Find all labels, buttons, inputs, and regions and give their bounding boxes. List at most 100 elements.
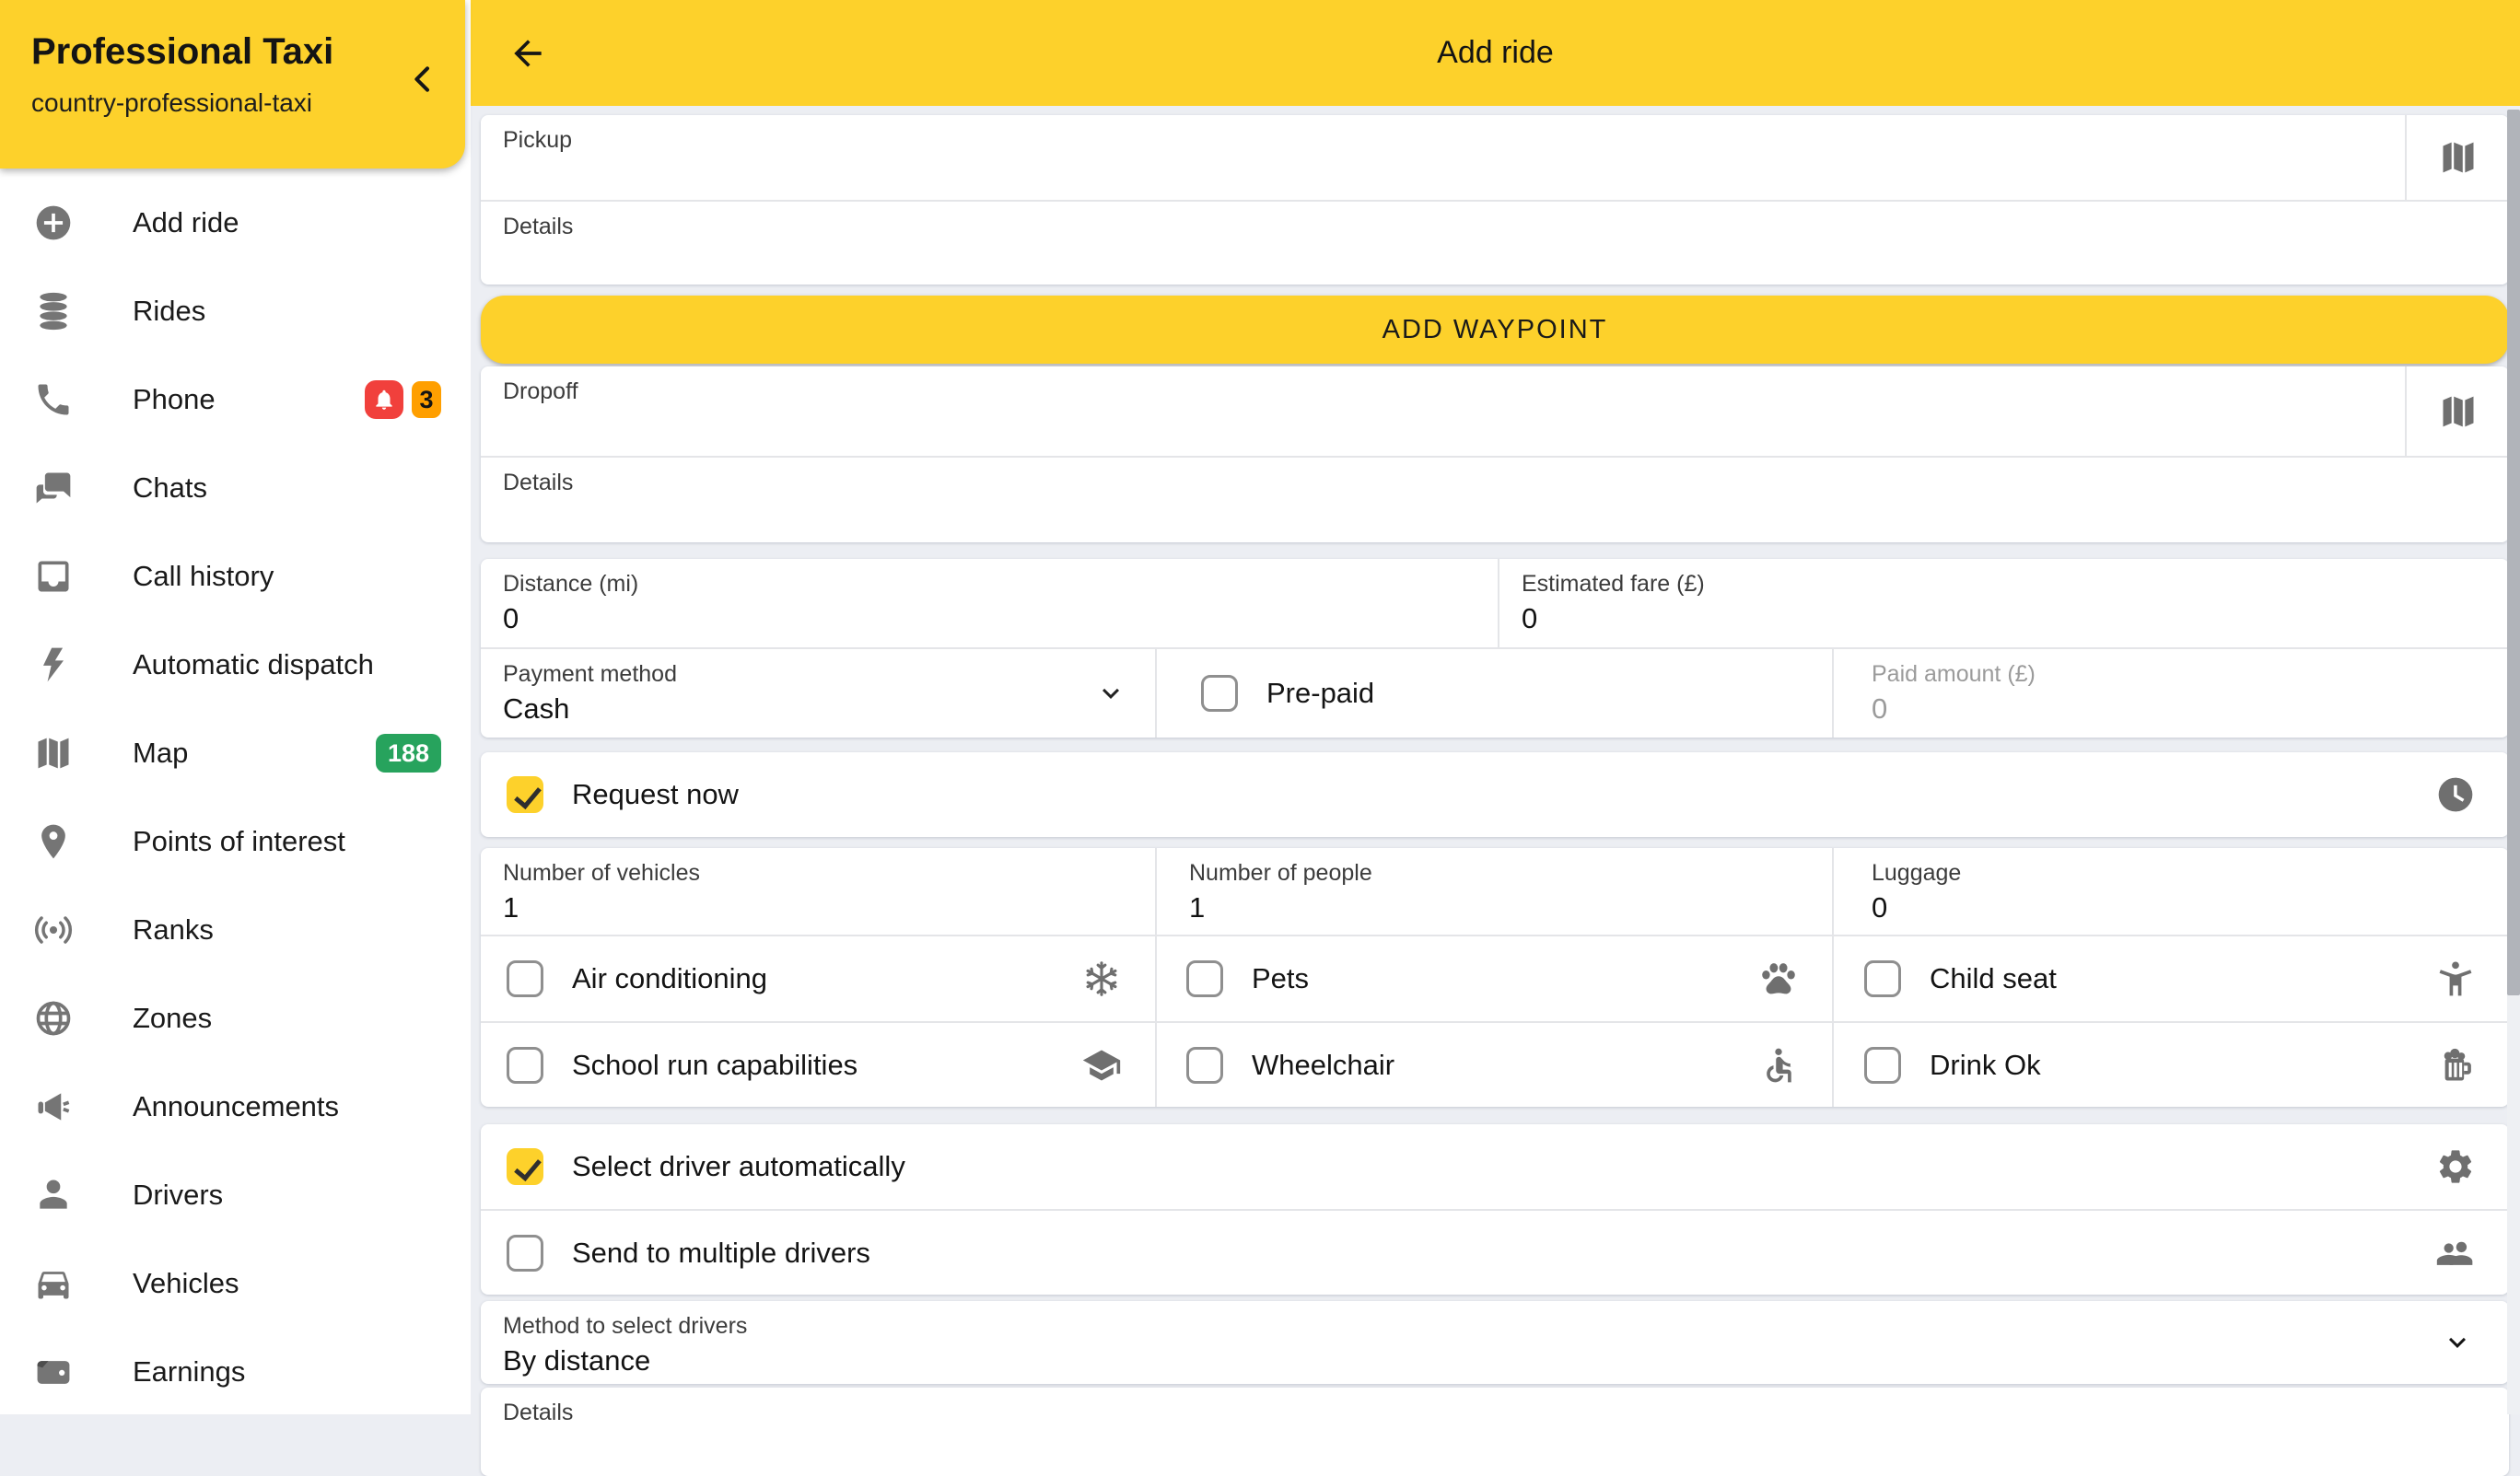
number-of-people-value: 1 [1189,891,1205,924]
dropoff-details-label: Details [503,470,573,496]
dropoff-card: Dropoff Details [481,366,2509,542]
number-of-vehicles-field[interactable]: Number of vehicles 1 [481,848,1155,935]
sidebar-item-automatic-dispatch[interactable]: Automatic dispatch [0,621,471,709]
child-seat-checkbox[interactable] [1864,960,1901,997]
beer-mug-icon [2435,1045,2476,1086]
pickup-map-button[interactable] [2405,115,2509,200]
sidebar-item-phone[interactable]: Phone 3 [0,355,471,444]
ride-details-card: Details [481,1388,2509,1476]
sidebar-item-chats[interactable]: Chats [0,444,471,532]
prepaid-checkbox[interactable] [1201,675,1238,712]
sidebar-item-earnings[interactable]: Earnings [0,1328,471,1416]
megaphone-icon [33,1087,74,1127]
drink-ok-checkbox[interactable] [1864,1047,1901,1084]
paw-icon [1758,959,1799,999]
pickup-details-input[interactable]: Details [481,200,2509,285]
method-card: Method to select drivers By distance [481,1301,2509,1384]
sidebar-item-label: Phone [133,383,216,416]
send-multiple-drivers-label: Send to multiple drivers [572,1237,870,1270]
top-app-bar: Add ride [471,0,2520,106]
sidebar-item-map[interactable]: Map 188 [0,709,471,797]
drink-ok-label: Drink Ok [1930,1049,2041,1082]
sidebar-item-vehicles[interactable]: Vehicles [0,1239,471,1328]
sidebar-item-label: Drivers [133,1179,223,1212]
paid-amount-field: Paid amount (£) 0 [1832,649,2509,738]
air-conditioning-label: Air conditioning [572,962,767,995]
sidebar-item-points-of-interest[interactable]: Points of interest [0,797,471,886]
sidebar-item-label: Map [133,737,188,770]
distance-label: Distance (mi) [503,571,638,598]
child-seat-label: Child seat [1930,962,2057,995]
scrollbar[interactable] [2507,106,2520,1414]
payment-method-select[interactable]: Payment method Cash [481,649,1155,738]
estimated-fare-field[interactable]: Estimated fare (£) 0 [1498,559,2509,647]
sidebar-item-label: Points of interest [133,825,345,858]
dropoff-input[interactable]: Dropoff [481,366,2509,456]
school-run-checkbox[interactable] [507,1047,543,1084]
wheelchair-icon [1758,1045,1799,1086]
page-title: Add ride [471,0,2520,106]
add-circle-icon [33,203,74,243]
app-subtitle: country-professional-taxi [31,88,312,118]
sidebar-item-add-ride[interactable]: Add ride [0,179,471,267]
select-driver-auto-label: Select driver automatically [572,1150,905,1183]
dropoff-map-button[interactable] [2405,366,2509,456]
select-driver-auto-checkbox[interactable] [507,1148,543,1185]
wallet-icon [33,1352,74,1392]
sidebar-item-zones[interactable]: Zones [0,974,471,1063]
clock-icon[interactable] [2435,774,2476,815]
sidebar-item-label: Rides [133,295,205,328]
payment-method-label: Payment method [503,661,677,688]
dropoff-details-input[interactable]: Details [481,456,2509,542]
ride-details-input[interactable]: Details [481,1388,2509,1476]
school-run-label: School run capabilities [572,1049,858,1082]
chevron-down-icon [1094,677,1127,710]
sidebar-item-label: Add ride [133,206,239,239]
fare-card: Distance (mi) 0 Estimated fare (£) 0 Pay… [481,559,2509,738]
air-conditioning-checkbox[interactable] [507,960,543,997]
sidebar-collapse-button[interactable] [404,61,441,98]
send-multiple-drivers-checkbox[interactable] [507,1235,543,1272]
distance-value: 0 [503,602,519,635]
pets-checkbox[interactable] [1186,960,1223,997]
scrollbar-thumb[interactable] [2507,110,2520,995]
driver-selection-card: Select driver automatically Send to mult… [481,1124,2509,1295]
request-now-label: Request now [572,778,739,811]
method-select[interactable]: Method to select drivers By distance [481,1301,2509,1384]
distance-field[interactable]: Distance (mi) 0 [481,559,1498,647]
luggage-value: 0 [1872,891,1887,924]
dropoff-label: Dropoff [503,378,578,405]
pin-icon [33,821,74,862]
sidebar-item-rides[interactable]: Rides [0,267,471,355]
sidebar-header: Professional Taxi country-professional-t… [0,0,465,169]
sidebar-item-drivers[interactable]: Drivers [0,1151,471,1239]
sidebar-item-label: Zones [133,1002,212,1035]
back-arrow-button[interactable] [508,33,548,74]
ride-details-label: Details [503,1400,573,1426]
add-waypoint-button[interactable]: ADD WAYPOINT [481,296,2509,364]
sidebar: Add ride Rides Phone 3 Chats Call histor… [0,0,471,1414]
wheelchair-label: Wheelchair [1252,1049,1394,1082]
chevron-down-icon [2441,1326,2474,1359]
map-icon [2438,137,2479,178]
graduation-cap-icon [1081,1045,1122,1086]
person-icon [33,1175,74,1215]
luggage-field[interactable]: Luggage 0 [1832,848,2509,935]
request-now-checkbox[interactable] [507,776,543,813]
pickup-input[interactable]: Pickup [481,115,2509,200]
number-of-people-field[interactable]: Number of people 1 [1155,848,1832,935]
inbox-icon [33,556,74,597]
number-of-vehicles-label: Number of vehicles [503,860,700,887]
method-label: Method to select drivers [503,1313,747,1340]
child-seat-icon [2435,959,2476,999]
chat-icon [33,468,74,508]
sidebar-item-ranks[interactable]: Ranks [0,886,471,974]
people-icon [2435,1233,2476,1273]
globe-icon [33,998,74,1039]
sidebar-item-announcements[interactable]: Announcements [0,1063,471,1151]
map-icon [2438,391,2479,432]
wheelchair-checkbox[interactable] [1186,1047,1223,1084]
map-icon [33,733,74,773]
sidebar-item-label: Announcements [133,1090,339,1123]
sidebar-item-call-history[interactable]: Call history [0,532,471,621]
